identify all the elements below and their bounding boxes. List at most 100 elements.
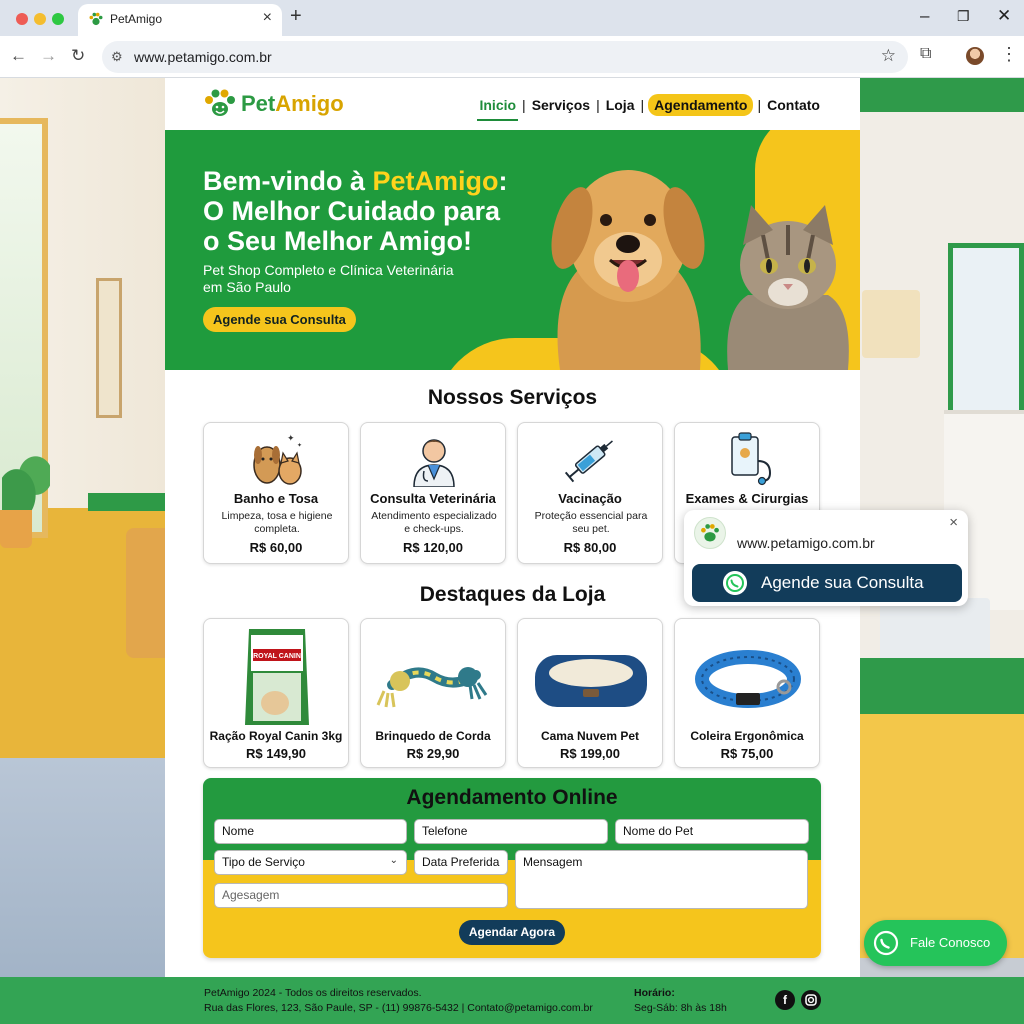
service-price: R$ 120,00 bbox=[403, 540, 463, 555]
service-type-select[interactable]: Tipo de Serviço ⌄ bbox=[214, 850, 407, 875]
pet-bed-image bbox=[535, 655, 647, 707]
dog-cat-icon: ✦✦ bbox=[253, 433, 302, 485]
bookmark-star-icon[interactable]: ☆ bbox=[881, 46, 896, 66]
nav-item-contato[interactable]: Contato bbox=[765, 97, 822, 113]
consultation-popup: × www.petamigo.com.br Agende sua Consult… bbox=[684, 510, 968, 606]
whatsapp-icon bbox=[723, 571, 747, 595]
product-price: R$ 75,00 bbox=[720, 746, 774, 761]
minimize-icon[interactable]: – bbox=[920, 6, 929, 26]
wall-frame-image bbox=[96, 278, 122, 418]
product-price: R$ 149,90 bbox=[246, 746, 306, 761]
tab-close-icon[interactable]: × bbox=[263, 9, 272, 27]
svg-text:ROYAL CANIN: ROYAL CANIN bbox=[253, 653, 301, 660]
popup-url: www.petamigo.com.br bbox=[737, 535, 875, 551]
service-name: Vacinação bbox=[558, 491, 622, 506]
new-tab-icon[interactable]: + bbox=[290, 5, 302, 28]
service-card-banho-tosa[interactable]: ✦ ✦ Banho e Tosa Limpeza, tosa e higiene c… bbox=[203, 422, 349, 564]
hero-cta-button[interactable]: Agende sua Consulta bbox=[203, 307, 356, 332]
tabby-cat-image bbox=[727, 205, 849, 370]
message-textarea[interactable]: Mensagem bbox=[515, 850, 808, 909]
chair-image bbox=[126, 528, 165, 658]
browser-menu-icon[interactable]: ⋮ bbox=[1000, 44, 1018, 65]
submit-booking-button[interactable]: Agendar Agora bbox=[459, 920, 565, 945]
minimize-window-button[interactable] bbox=[34, 13, 46, 25]
paw-logo-icon bbox=[694, 517, 726, 549]
nav-item-servicos[interactable]: Serviços bbox=[530, 97, 592, 113]
nav-item-inicio[interactable]: Inicio bbox=[477, 97, 519, 121]
nav-item-loja[interactable]: Loja bbox=[604, 97, 637, 113]
instagram-icon[interactable] bbox=[801, 990, 821, 1010]
hero-subtitle: Pet Shop Completo e Clínica Veterinária … bbox=[203, 262, 454, 295]
browser-tab-bar: PetAmigo × + – ❐ ✕ bbox=[0, 0, 1024, 36]
service-name: Consulta Veterinária bbox=[370, 491, 496, 506]
maximize-window-button[interactable] bbox=[52, 13, 64, 25]
extensions-icon[interactable]: ⧉ bbox=[920, 45, 931, 63]
close-icon[interactable]: × bbox=[949, 514, 958, 531]
reload-icon[interactable]: ↻ bbox=[71, 46, 85, 66]
restore-icon[interactable]: ❐ bbox=[957, 8, 970, 25]
product-card-brinquedo[interactable]: Brinquedo de Corda R$ 29,90 bbox=[360, 618, 506, 768]
footer-hours: Horário: Seg-Sáb: 8h às 18h bbox=[634, 987, 727, 1014]
address-bar[interactable]: ⚙ www.petamigo.com.br ☆ bbox=[102, 41, 908, 73]
rope-toy-image bbox=[376, 667, 488, 708]
profile-avatar[interactable] bbox=[966, 47, 984, 65]
service-card-vacinacao[interactable]: Vacinação Proteção essencial para seu pet… bbox=[517, 422, 663, 564]
back-arrow-icon[interactable]: ← bbox=[10, 46, 27, 66]
date-field[interactable]: Data Preferida bbox=[414, 850, 508, 875]
service-description: Proteção essencial para seu pet. bbox=[534, 510, 648, 535]
site-settings-icon[interactable]: ⚙ bbox=[111, 49, 123, 65]
paw-logo-icon bbox=[205, 89, 235, 116]
phone-field[interactable]: Telefone bbox=[414, 819, 608, 844]
site-footer: PetAmigo 2024 - Todos os direitos reserv… bbox=[0, 977, 1024, 1024]
product-name: Cama Nuvem Pet bbox=[540, 729, 640, 743]
browser-tab[interactable]: PetAmigo × bbox=[78, 4, 282, 36]
services-title: Nossos Serviços bbox=[427, 386, 598, 409]
veterinarian-icon bbox=[413, 439, 455, 487]
facebook-icon[interactable]: f bbox=[775, 990, 795, 1010]
nav-item-agendamento[interactable]: Agendamento bbox=[648, 94, 754, 116]
service-price: R$ 80,00 bbox=[563, 540, 617, 555]
forward-arrow-icon[interactable]: → bbox=[40, 46, 57, 66]
product-card-coleira[interactable]: Coleira Ergonômica R$ 75,00 bbox=[674, 618, 820, 768]
booking-title: Agendamento Online bbox=[406, 786, 618, 809]
product-name: Coleira Ergonômica bbox=[690, 729, 804, 743]
product-price: R$ 29,90 bbox=[406, 746, 460, 761]
dog-food-bag-image: ROYAL CANIN bbox=[245, 629, 309, 725]
product-name: Brinquedo de Corda bbox=[375, 729, 491, 743]
hero-banner: Bem-vindo à PetAmigo: O Melhor Cuidado p… bbox=[165, 130, 860, 370]
footer-info: PetAmigo 2024 - Todos os direitos reserv… bbox=[204, 987, 593, 1014]
product-price: R$ 199,00 bbox=[560, 746, 620, 761]
service-card-consulta[interactable]: Consulta Veterinária Atendimento especia… bbox=[360, 422, 506, 564]
popup-button-label: Agende sua Consulta bbox=[761, 573, 924, 592]
service-name: Banho e Tosa bbox=[233, 491, 319, 506]
service-name: Exames & Cirurgias bbox=[685, 491, 809, 506]
site-logo[interactable]: PetAmigo bbox=[241, 91, 344, 117]
whatsapp-label: Fale Conosco bbox=[910, 935, 991, 950]
paw-poster-image bbox=[862, 290, 920, 358]
whatsapp-icon bbox=[873, 930, 899, 956]
pet-name-field[interactable]: Nome do Pet bbox=[615, 819, 809, 844]
whatsapp-chat-button[interactable]: Fale Conosco bbox=[864, 920, 1007, 966]
svg-text:✦: ✦ bbox=[297, 442, 302, 449]
chevron-down-icon: ⌄ bbox=[389, 855, 398, 866]
name-field[interactable]: Nome bbox=[214, 819, 407, 844]
service-price: R$ 60,00 bbox=[249, 540, 303, 555]
product-name: Ração Royal Canin 3kg bbox=[209, 729, 343, 743]
plant-image bbox=[2, 450, 50, 514]
product-card-cama[interactable]: Cama Nuvem Pet R$ 199,00 bbox=[517, 618, 663, 768]
product-card-racao[interactable]: ROYAL CANIN Ração Royal Canin 3kg R$ 149… bbox=[203, 618, 349, 768]
clipboard-stethoscope-icon bbox=[731, 432, 772, 486]
monitor-image bbox=[880, 598, 990, 662]
popup-schedule-button[interactable]: Agende sua Consulta bbox=[692, 564, 962, 602]
extra-message-field[interactable]: Agesagem bbox=[214, 883, 508, 908]
booking-form: Agendamento Online Nome Telefone Nome do… bbox=[203, 778, 821, 958]
golden-retriever-image bbox=[551, 170, 705, 370]
close-icon[interactable]: ✕ bbox=[997, 6, 1011, 26]
address-url[interactable]: www.petamigo.com.br bbox=[134, 49, 272, 65]
paw-favicon-icon bbox=[89, 12, 103, 26]
main-nav: Inicio | Serviços | Loja | Agendamento |… bbox=[477, 94, 822, 121]
close-window-button[interactable] bbox=[16, 13, 28, 25]
service-description: Atendimento especializado e check-ups. bbox=[371, 510, 497, 535]
dog-collar-image bbox=[695, 650, 801, 708]
svg-text:✦: ✦ bbox=[287, 433, 295, 443]
